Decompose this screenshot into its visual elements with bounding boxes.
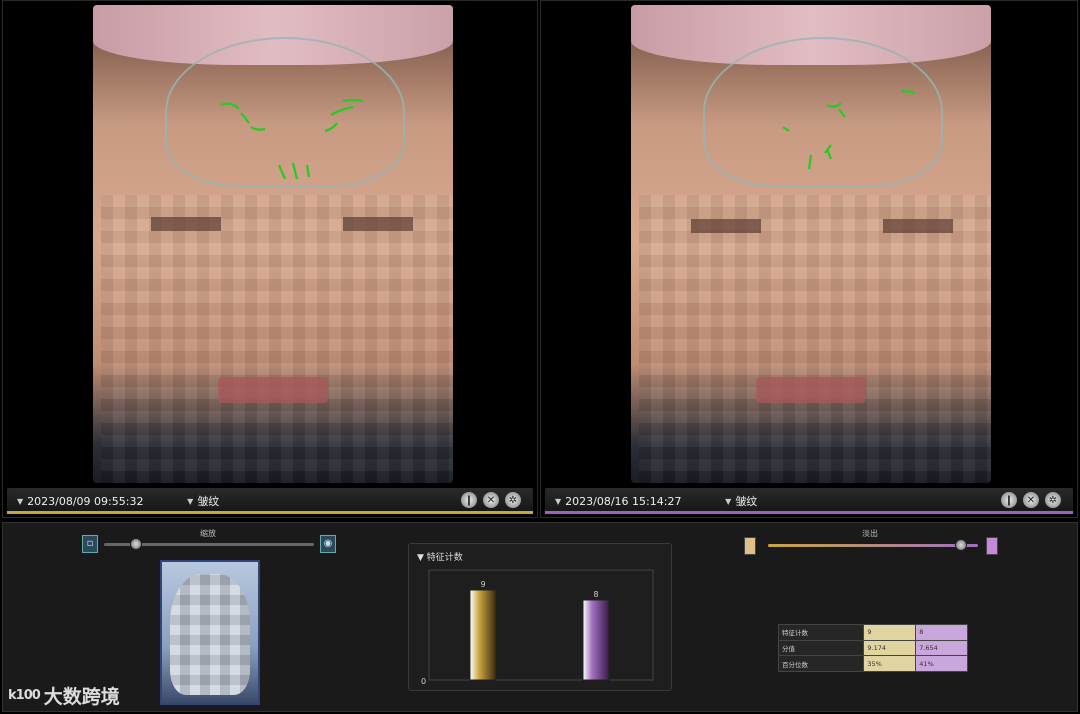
chart-bar [582, 599, 610, 681]
wrinkle-markers-left [220, 98, 364, 180]
stat-label: 百分位数 [777, 655, 865, 672]
face-image-right[interactable] [631, 5, 991, 483]
eye-icon[interactable]: ◉ [320, 535, 336, 553]
right-accent-line [545, 511, 1073, 514]
face-thumbnail[interactable] [160, 560, 260, 705]
stat-value-b: 7.654 [915, 639, 968, 657]
chart-header: ▼ 特征计数 [417, 553, 463, 563]
left-mode[interactable]: 皱纹 [197, 493, 219, 509]
bar-value-label: 9 [480, 580, 485, 589]
logo-text: 大数跨境 [43, 686, 120, 708]
fade-slider-track[interactable] [768, 544, 978, 547]
logo-watermark: k100 大数跨境 [8, 682, 120, 709]
wrinkle-markers-right [782, 89, 916, 170]
right-timestamp[interactable]: 2023/08/16 15:14:27 [565, 495, 715, 508]
stat-value-a: 9.174 [863, 639, 917, 657]
close-icon[interactable]: ✕ [1023, 492, 1039, 508]
stats-table: 特征计数 9 8 分值 9.174 7.654 百分位数 35% 41% [777, 624, 968, 672]
stat-value-a: 35% [863, 655, 917, 672]
mode-dropdown-icon[interactable]: ▼ [187, 497, 193, 506]
stat-value-a: 9 [863, 624, 917, 641]
fade-label: 淡出 [862, 529, 878, 538]
right-mode[interactable]: 皱纹 [735, 493, 757, 509]
bar-value-label: 8 [593, 590, 598, 599]
left-timestamp[interactable]: 2023/08/09 09:55:32 [27, 495, 177, 508]
y-tick-label: 0 [421, 677, 426, 686]
settings-icon[interactable]: ✲ [1045, 492, 1061, 508]
settings-icon[interactable]: ✲ [505, 492, 521, 508]
mode-dropdown-icon[interactable]: ▼ [725, 497, 731, 506]
left-color-swatch[interactable] [744, 537, 756, 555]
logo-mark: k100 [8, 688, 41, 703]
face-image-left[interactable] [93, 5, 453, 483]
info-icon[interactable]: ❙ [461, 492, 477, 508]
chart-plot-frame [428, 569, 654, 681]
timestamp-dropdown-icon[interactable]: ▼ [555, 497, 561, 506]
chart-canvas: 0 9 8 [421, 569, 654, 686]
right-view-toolbar: ▼ 2023/08/16 15:14:27 ▼ 皱纹 ❙ ✕ ✲ [545, 488, 1073, 514]
table-row: 百分位数 35% 41% [777, 655, 968, 672]
table-row: 分值 9.174 7.654 [777, 639, 968, 657]
feature-count-chart: 0 9 8 ▼ 特征计数 [408, 543, 672, 691]
zoom-label: 缩放 [200, 529, 216, 538]
left-accent-line [7, 511, 533, 514]
info-icon[interactable]: ❙ [1001, 492, 1017, 508]
stat-label: 分值 [777, 639, 865, 657]
zoom-slider-knob[interactable] [129, 538, 142, 550]
chart-bar [469, 589, 497, 681]
close-icon[interactable]: ✕ [483, 492, 499, 508]
zoom-out-icon[interactable]: ▫ [82, 535, 98, 553]
stat-value-b: 41% [915, 655, 968, 672]
left-image-view[interactable]: ▼ 2023/08/09 09:55:32 ▼ 皱纹 ❙ ✕ ✲ [2, 0, 538, 518]
timestamp-dropdown-icon[interactable]: ▼ [17, 497, 23, 506]
stat-label: 特征计数 [777, 624, 865, 641]
thumbnail-face [170, 574, 250, 695]
right-image-view[interactable]: ▼ 2023/08/16 15:14:27 ▼ 皱纹 ❙ ✕ ✲ [540, 0, 1078, 518]
right-color-swatch[interactable] [986, 537, 998, 555]
chart-title: 特征计数 [426, 553, 463, 563]
stat-value-b: 8 [915, 624, 968, 641]
left-view-toolbar: ▼ 2023/08/09 09:55:32 ▼ 皱纹 ❙ ✕ ✲ [7, 488, 533, 514]
table-row: 特征计数 9 8 [777, 624, 968, 641]
